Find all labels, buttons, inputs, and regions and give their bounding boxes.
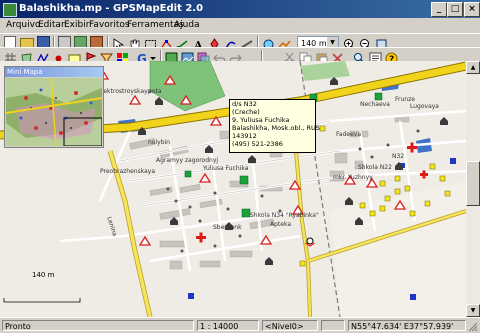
status-scale: 1 : 14000 [197,320,259,331]
map-label: Preobrazhenskaya [100,168,156,175]
map-label: Apteka [270,221,292,228]
map-label: Frunze [395,96,415,103]
mini-map-panel[interactable]: Mini Mapa [4,66,104,148]
tooltip-line: (495) 521-2386 [232,140,283,148]
map-label: Sberbank [213,224,242,231]
poi-tooltip: d/s N32 (Creche) 9, Yuliusa Fuchika Bala… [229,99,320,153]
vertical-scrollbar[interactable]: ▲ ▼ [466,61,480,317]
map-label: Shkola N22 [358,164,392,171]
scroll-thumb[interactable] [466,161,480,206]
scroll-up-button[interactable]: ▲ [466,61,480,74]
menu-ajuda[interactable]: Ajuda [174,20,200,30]
app-icon [3,3,17,17]
map-label: Fadeeva [336,131,361,138]
map-label: Shkola N34 "Ryabinka" [250,212,319,219]
mini-map-title: Mini Mapa [5,67,103,77]
menu-arquivo[interactable]: Arquivo [6,20,40,30]
map-label: N32 [392,153,405,160]
map-label: mkr. Yuzhnyy [333,174,373,181]
menu-favoritos[interactable]: Favoritos [89,20,130,30]
menu-editar[interactable]: Editar [38,20,65,30]
map-label: elektrostroyskaya [98,88,152,95]
status-level: <Nivel0> [262,320,318,331]
resize-grip-icon[interactable] [468,322,478,332]
menu-bar: Arquivo Editar Exibir Favoritos Ferramen… [0,18,480,33]
map-label: Lugovaya [410,103,439,110]
scale-label: 140 m [32,271,55,279]
maximize-button[interactable]: □ [447,2,463,17]
status-bar: Pronto 1 : 14000 <Nivel0> N55°47.634' E3… [0,317,480,333]
close-button[interactable]: × [464,2,480,17]
scroll-down-button[interactable]: ▼ [466,304,480,317]
mini-map-view[interactable] [6,78,102,146]
map-label: pota [148,88,162,95]
map-label: Agramyy zagorodnyj [156,157,219,164]
map-label: Nechaeva [360,101,390,108]
status-ready: Pronto [2,320,194,331]
status-coords: N55°47.634' E37°57.939' [348,320,466,331]
menu-exibir[interactable]: Exibir [64,20,89,30]
title-bar: Balashikha.mp - GPSMapEdit 2.0 _ □ × [0,0,480,18]
window-title: Balashikha.mp - GPSMapEdit 2.0 [19,3,204,14]
minimize-button[interactable]: _ [431,2,447,17]
map-label: Yuliusa Fuchika [203,165,249,172]
map-label: nolybin [148,139,170,146]
application-window: Balashikha.mp - GPSMapEdit 2.0 _ □ × Arq… [0,0,480,333]
status-empty [321,320,345,331]
